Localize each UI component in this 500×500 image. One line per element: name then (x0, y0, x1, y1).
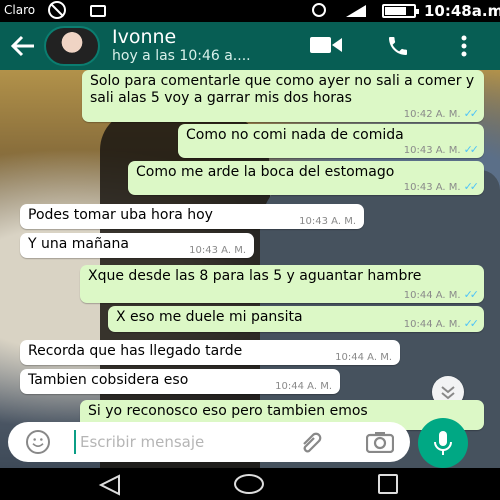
chat-header: Ivonne hoy a las 10:46 a.... (0, 22, 500, 70)
contact-avatar[interactable] (44, 26, 100, 66)
message-meta: 10:43 A. M. (299, 216, 356, 227)
contact-name[interactable]: Ivonne (112, 26, 176, 48)
read-receipt-icon: ✓✓ (463, 317, 480, 330)
status-bar: Claro 10:48a.m. (0, 0, 500, 22)
compose-bar (0, 412, 500, 468)
message-bubble[interactable]: X eso me duele mi pansita 10:44 A. M. ✓✓ (108, 306, 484, 332)
nav-recents-icon[interactable] (378, 474, 398, 494)
message-text: Solo para comentarle que como ayer no sa… (90, 73, 475, 106)
message-meta: 10:44 A. M. (335, 352, 392, 363)
message-time: 10:44 A. M. (403, 290, 461, 301)
message-time: 10:42 A. M. (403, 109, 461, 120)
message-meta: 10:43 A. M. ✓✓ (403, 143, 480, 156)
camera-icon[interactable] (366, 431, 394, 453)
system-nav-bar (0, 468, 500, 500)
message-meta: 10:44 A. M. (275, 381, 332, 392)
message-bubble[interactable]: Como no comi nada de comida 10:43 A. M. ✓… (178, 124, 484, 158)
voice-message-button[interactable] (418, 418, 468, 468)
back-arrow-icon[interactable] (8, 32, 38, 60)
read-receipt-icon: ✓✓ (463, 143, 480, 156)
carrier-label: Claro (4, 3, 36, 17)
message-bubble[interactable]: Como me arde la boca del estomago 10:43 … (128, 161, 484, 195)
message-input[interactable] (74, 430, 274, 454)
read-receipt-icon: ✓✓ (463, 180, 480, 193)
do-not-disturb-icon (48, 1, 66, 19)
battery-icon (382, 4, 419, 18)
attach-icon[interactable] (298, 430, 324, 454)
message-time: 10:44 A. M. (275, 381, 332, 392)
video-call-icon[interactable] (310, 35, 342, 55)
nav-home-icon[interactable] (234, 474, 264, 494)
emoji-icon[interactable] (26, 430, 50, 454)
message-bubble[interactable]: Xque desde las 8 para las 5 y aguantar h… (80, 265, 484, 303)
message-time: 10:44 A. M. (403, 319, 461, 330)
message-time: 10:44 A. M. (335, 352, 392, 363)
message-bubble[interactable]: Y una mañana 10:43 A. M. (20, 233, 254, 258)
read-receipt-icon: ✓✓ (463, 107, 480, 120)
message-bubble[interactable]: Tambien cobsidera eso 10:44 A. M. (20, 369, 340, 394)
message-time: 10:43 A. M. (403, 145, 461, 156)
message-time: 10:43 A. M. (403, 182, 461, 193)
message-meta: 10:43 A. M. ✓✓ (403, 180, 480, 193)
phone-call-icon[interactable] (384, 34, 412, 58)
message-text: Como no comi nada de comida (186, 127, 404, 143)
message-bubble[interactable]: Podes tomar uba hora hoy 10:43 A. M. (20, 204, 364, 229)
message-time: 10:43 A. M. (299, 216, 356, 227)
nav-back-icon[interactable] (98, 474, 122, 496)
read-receipt-icon: ✓✓ (463, 288, 480, 301)
message-meta: 10:44 A. M. ✓✓ (403, 317, 480, 330)
message-time: 10:43 A. M. (189, 245, 246, 256)
message-bubble[interactable]: Solo para comentarle que como ayer no sa… (82, 70, 484, 122)
message-meta: 10:44 A. M. ✓✓ (403, 288, 480, 301)
message-input-container (8, 422, 410, 462)
alarm-icon (312, 3, 326, 17)
last-seen[interactable]: hoy a las 10:46 a.... (112, 48, 251, 64)
message-bubble[interactable]: Recorda que has llegado tarde 10:44 A. M… (20, 340, 400, 365)
signal-icon (346, 5, 366, 17)
image-notification-icon (90, 5, 106, 17)
message-meta: 10:43 A. M. (189, 245, 246, 256)
more-options-icon[interactable] (456, 34, 472, 58)
chat-area[interactable]: Solo para comentarle que como ayer no sa… (0, 70, 500, 468)
message-text: Como me arde la boca del estomago (136, 164, 395, 180)
message-meta: 10:42 A. M. ✓✓ (403, 107, 480, 120)
clock: 10:48a.m. (424, 2, 500, 20)
microphone-icon (434, 431, 452, 455)
message-text: Xque desde las 8 para las 5 y aguantar h… (88, 268, 422, 284)
